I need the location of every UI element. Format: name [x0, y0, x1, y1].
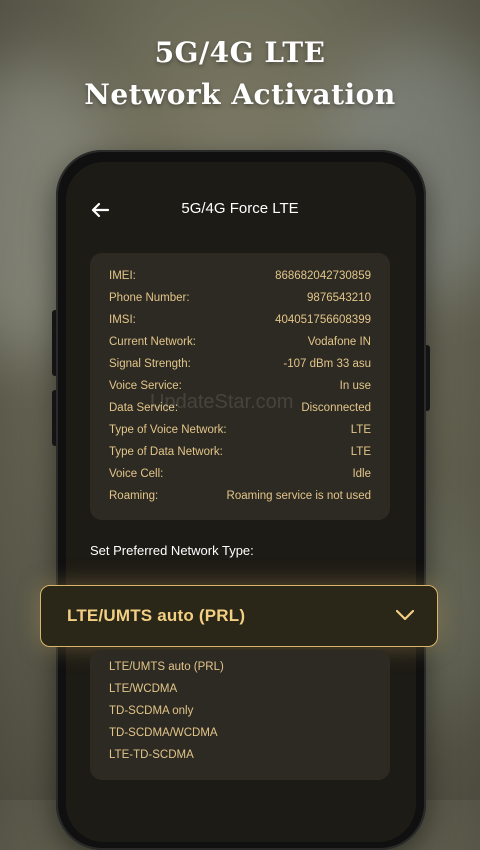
info-label: IMSI:	[109, 314, 136, 326]
info-value: Vodafone IN	[307, 336, 371, 348]
info-value: -107 dBm 33 asu	[283, 358, 371, 370]
info-label: Signal Strength:	[109, 358, 191, 370]
info-row-voice-network-type: Type of Voice Network: LTE	[109, 424, 371, 442]
info-value: Roaming service is not used	[226, 490, 371, 502]
info-row-imsi: IMSI: 404051756608399	[109, 314, 371, 332]
watermark: UpdateStar.com	[150, 391, 294, 413]
app-title: 5G/4G Force LTE	[181, 200, 299, 217]
network-option[interactable]: TD-SCDMA/WCDMA	[109, 727, 218, 739]
info-label: IMEI:	[109, 270, 136, 282]
info-row-voice-cell: Voice Cell: Idle	[109, 468, 371, 486]
info-row-imei: IMEI: 868682042730859	[109, 270, 371, 288]
info-label: Voice Cell:	[109, 468, 164, 480]
info-value: 868682042730859	[275, 270, 371, 282]
info-row-signal-strength: Signal Strength: -107 dBm 33 asu	[109, 358, 371, 376]
info-value: Idle	[352, 468, 371, 480]
network-type-dropdown[interactable]: LTE/UMTS auto (PRL)	[40, 585, 438, 647]
info-label: Type of Data Network:	[109, 446, 223, 458]
headline-line1: 5G/4G LTE	[154, 36, 326, 69]
info-row-phone-number: Phone Number: 9876543210	[109, 292, 371, 310]
info-row-current-network: Current Network: Vodafone IN	[109, 336, 371, 354]
info-label: Current Network:	[109, 336, 196, 348]
network-type-label: Set Preferred Network Type:	[90, 543, 254, 558]
network-option[interactable]: LTE-TD-SCDMA	[109, 749, 194, 761]
info-value: 9876543210	[307, 292, 371, 304]
headline-line2: Network Activation	[84, 78, 396, 111]
network-option[interactable]: TD-SCDMA only	[109, 705, 193, 717]
chevron-down-icon	[395, 609, 415, 621]
dropdown-selected-value: LTE/UMTS auto (PRL)	[67, 606, 246, 625]
info-label: Roaming:	[109, 490, 159, 502]
network-option[interactable]: LTE/WCDMA	[109, 683, 177, 695]
info-value: LTE	[350, 424, 371, 436]
info-value: 404051756608399	[275, 314, 371, 326]
info-row-data-network-type: Type of Data Network: LTE	[109, 446, 371, 464]
info-value: LTE	[350, 446, 371, 458]
back-arrow-icon[interactable]	[89, 199, 111, 221]
info-label: Phone Number:	[109, 292, 190, 304]
info-row-roaming: Roaming: Roaming service is not used	[109, 490, 371, 508]
info-label: Type of Voice Network:	[109, 424, 227, 436]
network-option[interactable]: LTE/UMTS auto (PRL)	[109, 661, 224, 673]
